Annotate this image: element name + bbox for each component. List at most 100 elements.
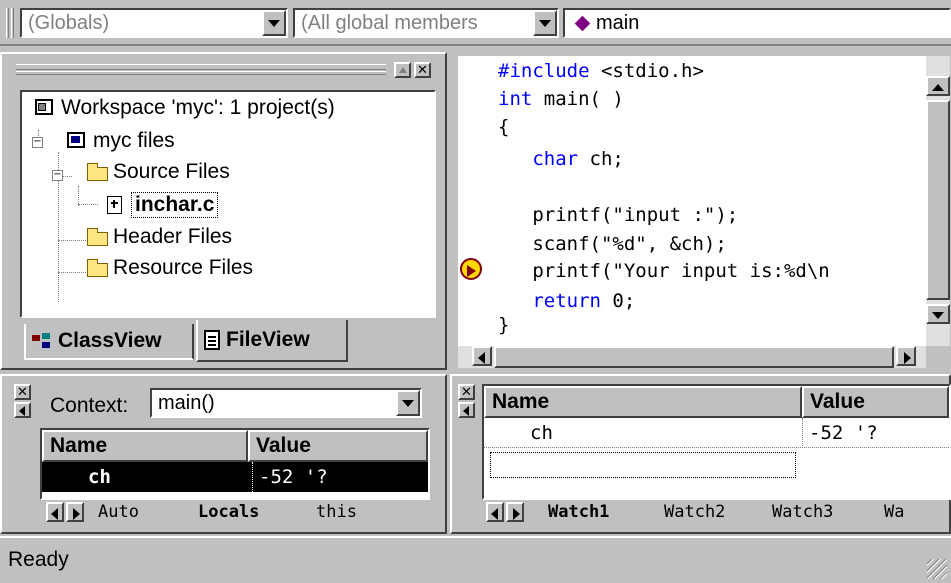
close-icon: ✕ (417, 62, 428, 77)
watch-pin-button[interactable] (458, 402, 475, 418)
watch-grid: Name Value ch -52 '? (482, 384, 951, 500)
variables-pane: ✕ Context: main() Name Value ch -52 '? A… (0, 374, 447, 534)
members-combo[interactable]: (All global members (293, 8, 559, 38)
fileview-icon (204, 330, 220, 350)
workspace-icon (34, 99, 56, 117)
tab-watch4[interactable]: Wa (884, 500, 904, 524)
tree-item-header-files[interactable]: Header Files (86, 225, 232, 249)
tab-classview[interactable]: ClassView (24, 324, 194, 360)
tree-item-inchar-c[interactable]: inchar.c (104, 192, 219, 218)
scroll-thumb[interactable] (926, 100, 950, 300)
pane-maximize-button[interactable] (394, 62, 411, 78)
tree-item-resource-files[interactable]: Resource Files (86, 256, 253, 280)
tree-item-workspace[interactable]: Workspace 'myc': 1 project(s) (34, 96, 335, 120)
tab-locals[interactable]: Locals (198, 500, 259, 524)
column-header-value[interactable]: Value (248, 430, 428, 462)
watch-value: -52 '? (802, 418, 878, 448)
variable-name: ch (88, 466, 111, 488)
hscroll-thumb[interactable] (494, 346, 894, 368)
pane-gripper[interactable] (16, 64, 386, 70)
code-line: char ch; (498, 148, 624, 170)
members-combo-text: (All global members (301, 12, 478, 34)
scroll-right-button[interactable] (896, 346, 916, 366)
left-arrow-icon (463, 406, 469, 416)
watch-close-button[interactable]: ✕ (458, 384, 475, 400)
editor-horizontal-scrollbar[interactable] (458, 346, 926, 368)
file-tree: − − Workspace 'myc': 1 project(s) myc fi… (20, 90, 436, 318)
tree-item-label: Source Files (113, 160, 230, 183)
tab-this[interactable]: this (316, 500, 357, 524)
globals-combo[interactable]: (Globals) (20, 8, 288, 38)
folder-open-icon (86, 163, 108, 181)
chevron-right-icon (73, 508, 80, 520)
close-icon: ✕ (461, 384, 472, 399)
variables-grid: Name Value ch -52 '? (40, 428, 430, 500)
table-row[interactable]: ch -52 '? (484, 418, 949, 448)
watch-new-entry-input[interactable] (490, 452, 796, 478)
tab-auto[interactable]: Auto (98, 500, 139, 524)
code-editor[interactable]: #include <stdio.h> int main( ) { char ch… (458, 56, 926, 346)
resize-grip-icon[interactable] (927, 559, 947, 579)
chevron-left-icon (478, 352, 485, 364)
function-combo[interactable]: main (563, 8, 951, 38)
function-combo-content: main (574, 12, 640, 35)
column-header-name[interactable]: Name (484, 386, 802, 418)
folder-icon (86, 228, 108, 246)
chevron-right-icon (513, 508, 520, 520)
collapse-source-files-toggle[interactable]: − (52, 170, 63, 181)
tree-item-label: myc files (93, 129, 175, 152)
context-dropdown-button[interactable] (396, 390, 420, 416)
globals-combo-dropdown-button[interactable] (262, 10, 286, 36)
code-line: #include <stdio.h> (498, 60, 704, 82)
collapse-myc-files-toggle[interactable]: − (32, 137, 43, 148)
tree-item-label: inchar.c (131, 192, 219, 218)
toolbar-grip[interactable] (6, 8, 9, 38)
tab-scroll-right[interactable] (506, 502, 524, 522)
editor-vertical-scrollbar[interactable] (926, 56, 950, 346)
chevron-down-icon (402, 400, 414, 407)
folder-icon (86, 259, 108, 277)
column-header-name[interactable]: Name (42, 430, 248, 462)
variables-pin-button[interactable] (14, 402, 31, 418)
tab-scroll-left[interactable] (486, 502, 504, 522)
tree-item-source-files[interactable]: Source Files (86, 160, 230, 184)
function-combo-text: main (596, 12, 640, 34)
variables-close-button[interactable]: ✕ (14, 384, 31, 400)
toolbar: (Globals) (All global members main (0, 0, 951, 46)
project-icon (66, 132, 88, 150)
context-combo[interactable]: main() (150, 388, 422, 418)
table-row-selected[interactable]: ch -52 '? (42, 462, 428, 492)
watch-name: ch (530, 422, 553, 444)
tab-scroll-left[interactable] (46, 502, 64, 522)
pane-close-button[interactable]: ✕ (414, 62, 431, 78)
pane-gripper[interactable] (16, 71, 386, 75)
source-file-icon (104, 196, 126, 214)
chevron-down-icon (932, 312, 944, 319)
members-combo-dropdown-button[interactable] (533, 10, 557, 36)
maximize-icon (399, 67, 407, 73)
toolbar-grip[interactable] (11, 8, 14, 38)
code-line: int main( ) (498, 88, 624, 110)
tab-label: FileView (226, 328, 310, 351)
tree-item-myc-files[interactable]: myc files (66, 129, 175, 153)
workspace-pane: ✕ − − Workspace 'myc': 1 project(s) myc … (0, 52, 447, 370)
scroll-down-button[interactable] (926, 304, 950, 324)
column-header-value[interactable]: Value (802, 386, 949, 418)
tab-watch1[interactable]: Watch1 (548, 500, 609, 524)
code-line-current: printf("Your input is:%d\n (498, 260, 830, 282)
scroll-left-button[interactable] (472, 346, 492, 366)
tab-scroll-right[interactable] (66, 502, 84, 522)
current-line-arrow-icon (460, 258, 482, 280)
close-icon: ✕ (17, 384, 28, 399)
chevron-left-icon (491, 508, 498, 520)
code-line: { (498, 116, 510, 138)
variable-value: -52 '? (252, 462, 328, 492)
tab-watch2[interactable]: Watch2 (664, 500, 725, 524)
tab-fileview[interactable]: FileView (196, 320, 348, 362)
code-line: scanf("%d", &ch); (498, 233, 727, 255)
editor-pane: #include <stdio.h> int main( ) { char ch… (450, 52, 951, 370)
tab-watch3[interactable]: Watch3 (772, 500, 833, 524)
watch-pane: ✕ Name Value ch -52 '? Watch1 Watch2 Wat… (450, 374, 951, 534)
scroll-up-button[interactable] (926, 76, 950, 96)
chevron-down-icon (539, 20, 551, 27)
